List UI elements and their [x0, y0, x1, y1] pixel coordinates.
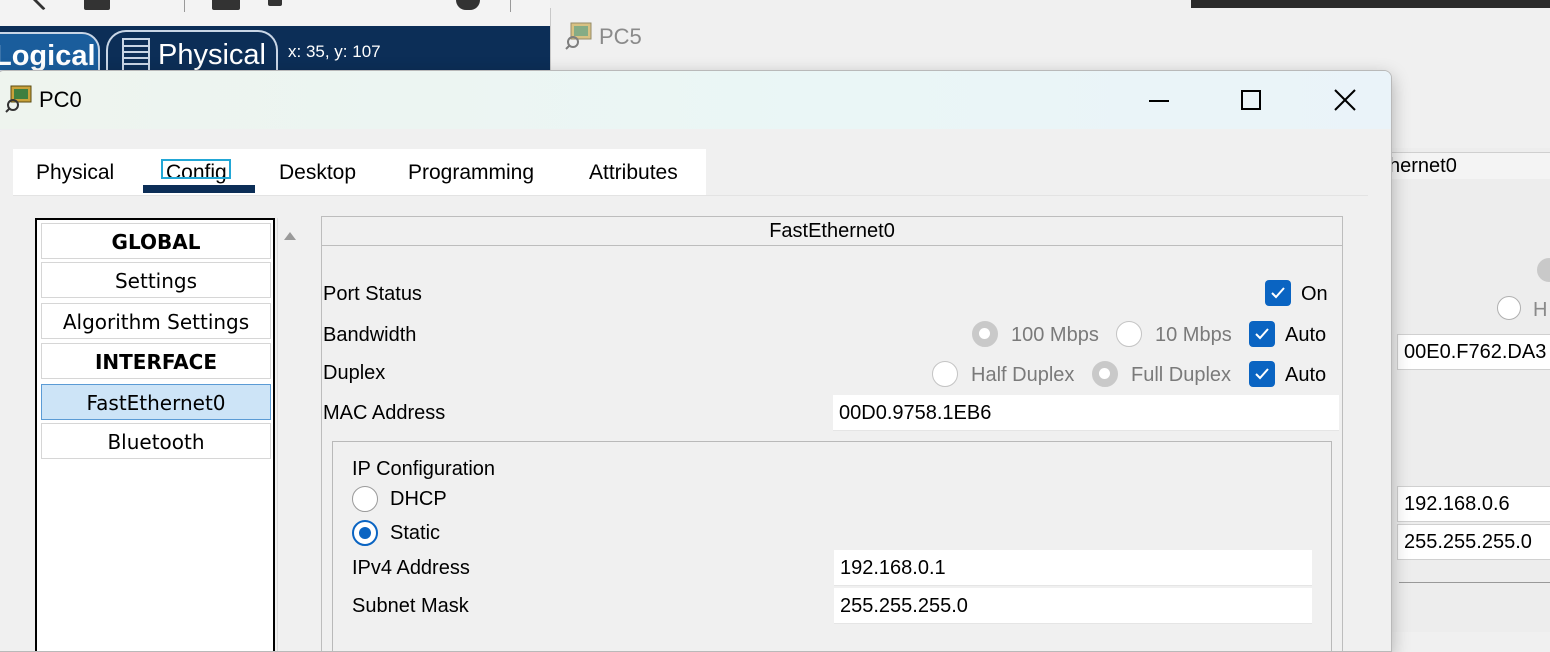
save-icon[interactable]: [212, 0, 240, 10]
config-tabs: Physical Config Desktop Programming Attr…: [13, 149, 1368, 195]
pc5-divider: [1399, 582, 1550, 583]
ip-configuration-label: IP Configuration: [352, 458, 496, 480]
half-duplex-radio[interactable]: [932, 361, 958, 387]
pc5-interface-header: hernet0: [1389, 152, 1550, 179]
list-header-global: GLOBAL: [41, 223, 271, 259]
pc5-titlebar[interactable]: PC5: [551, 8, 1550, 66]
full-duplex-radio[interactable]: [1092, 361, 1118, 387]
pc5-title: PC5: [599, 24, 642, 49]
dropdown-icon[interactable]: [268, 0, 282, 6]
close-button[interactable]: [1325, 83, 1365, 119]
pc-icon: [565, 22, 592, 50]
copy-icon[interactable]: [84, 0, 110, 10]
port-on-label: On: [1301, 283, 1328, 305]
checkmark-icon: [1255, 368, 1269, 380]
minimize-icon: [1149, 100, 1169, 102]
palette-icon[interactable]: [456, 0, 480, 10]
scroll-up-icon[interactable]: [284, 232, 296, 240]
ipv4-address-field[interactable]: 192.168.0.1: [834, 550, 1312, 586]
cursor-coordinates: x: 35, y: 107: [288, 42, 381, 61]
pc0-title: PC0: [39, 87, 82, 112]
main-toolbar: [0, 0, 550, 27]
list-item-bluetooth[interactable]: Bluetooth: [41, 423, 271, 459]
pc5-mac-field[interactable]: 00E0.F762.DA3: [1397, 334, 1550, 370]
list-item-fastethernet0[interactable]: FastEthernet0: [41, 384, 271, 420]
tab-logical-label: Logical: [0, 40, 96, 72]
bandwidth-100-radio[interactable]: [972, 321, 998, 347]
subnet-mask-field[interactable]: 255.255.255.0: [834, 588, 1312, 624]
maximize-icon: [1241, 90, 1261, 110]
duplex-auto-label: Auto: [1285, 364, 1327, 386]
bandwidth-auto-checkbox[interactable]: [1249, 321, 1275, 347]
half-duplex-label: Half Duplex: [971, 364, 1075, 386]
minimize-button[interactable]: [1139, 83, 1179, 119]
checkmark-icon: [1271, 287, 1285, 299]
maximize-button[interactable]: [1231, 83, 1271, 119]
interface-title: FastEthernet0: [322, 217, 1342, 246]
pc5-radio[interactable]: [1497, 296, 1521, 320]
tab-physical[interactable]: Physical: [36, 161, 114, 185]
bandwidth-auto-label: Auto: [1285, 324, 1327, 346]
back-icon[interactable]: [28, 0, 53, 11]
focus-rectangle: [161, 159, 231, 179]
subnet-mask-label: Subnet Mask: [352, 595, 469, 617]
pc5-ipv4-field[interactable]: 192.168.0.6: [1397, 486, 1550, 522]
list-header-interface: INTERFACE: [41, 343, 271, 379]
tab-strip: Physical Config Desktop Programming Attr…: [13, 149, 706, 195]
pc5-subnet-field[interactable]: 255.255.255.0: [1397, 524, 1550, 560]
list-item-settings[interactable]: Settings: [41, 262, 271, 298]
duplex-label: Duplex: [323, 362, 386, 384]
bandwidth-label: Bandwidth: [323, 324, 417, 346]
config-content: GLOBAL Settings Algorithm Settings INTER…: [13, 195, 1368, 651]
mac-address-field[interactable]: 00D0.9758.1EB6: [833, 395, 1339, 431]
toolbar-separator: [510, 0, 511, 12]
ipv4-address-label: IPv4 Address: [352, 557, 470, 579]
tab-attributes[interactable]: Attributes: [589, 161, 678, 185]
tab-programming[interactable]: Programming: [408, 161, 534, 185]
mac-address-label: MAC Address: [323, 402, 446, 424]
tab-physical[interactable]: Physical: [106, 30, 278, 72]
port-status-label: Port Status: [323, 283, 422, 305]
pc0-titlebar[interactable]: PC0: [0, 71, 1391, 129]
rack-icon: [122, 38, 150, 72]
duplex-auto-checkbox[interactable]: [1249, 361, 1275, 387]
pc-icon: [5, 85, 32, 113]
bandwidth-100-label: 100 Mbps: [1011, 324, 1099, 346]
close-icon: [1334, 89, 1356, 111]
list-scrollbar[interactable]: [277, 218, 302, 651]
toolbar-separator: [184, 0, 185, 12]
port-on-checkbox[interactable]: [1265, 280, 1291, 306]
workspace-bar: Logical Physical x: 35, y: 107: [0, 26, 550, 72]
pc5-radio-label: H: [1533, 299, 1548, 321]
full-duplex-label: Full Duplex: [1131, 364, 1232, 386]
bandwidth-10-label: 10 Mbps: [1155, 324, 1232, 346]
settings-list: GLOBAL Settings Algorithm Settings INTER…: [35, 218, 275, 651]
static-radio[interactable]: [352, 520, 378, 546]
checkmark-icon: [1255, 328, 1269, 340]
list-item-algorithm-settings[interactable]: Algorithm Settings: [41, 303, 271, 339]
tab-logical[interactable]: Logical: [0, 32, 100, 72]
bandwidth-10-radio[interactable]: [1116, 321, 1142, 347]
dhcp-label: DHCP: [390, 488, 447, 510]
pc0-window[interactable]: PC0 Physical Config Desktop Programming …: [0, 70, 1392, 652]
interface-panel: FastEthernet0 Port Status On Bandwidth 1…: [321, 216, 1343, 651]
ip-configuration-group: IP Configuration DHCP Static IPv4 Addres…: [332, 441, 1332, 651]
tab-desktop[interactable]: Desktop: [279, 161, 356, 185]
static-label: Static: [390, 522, 441, 544]
dhcp-radio[interactable]: [352, 486, 378, 512]
active-tab-indicator: [143, 185, 255, 193]
